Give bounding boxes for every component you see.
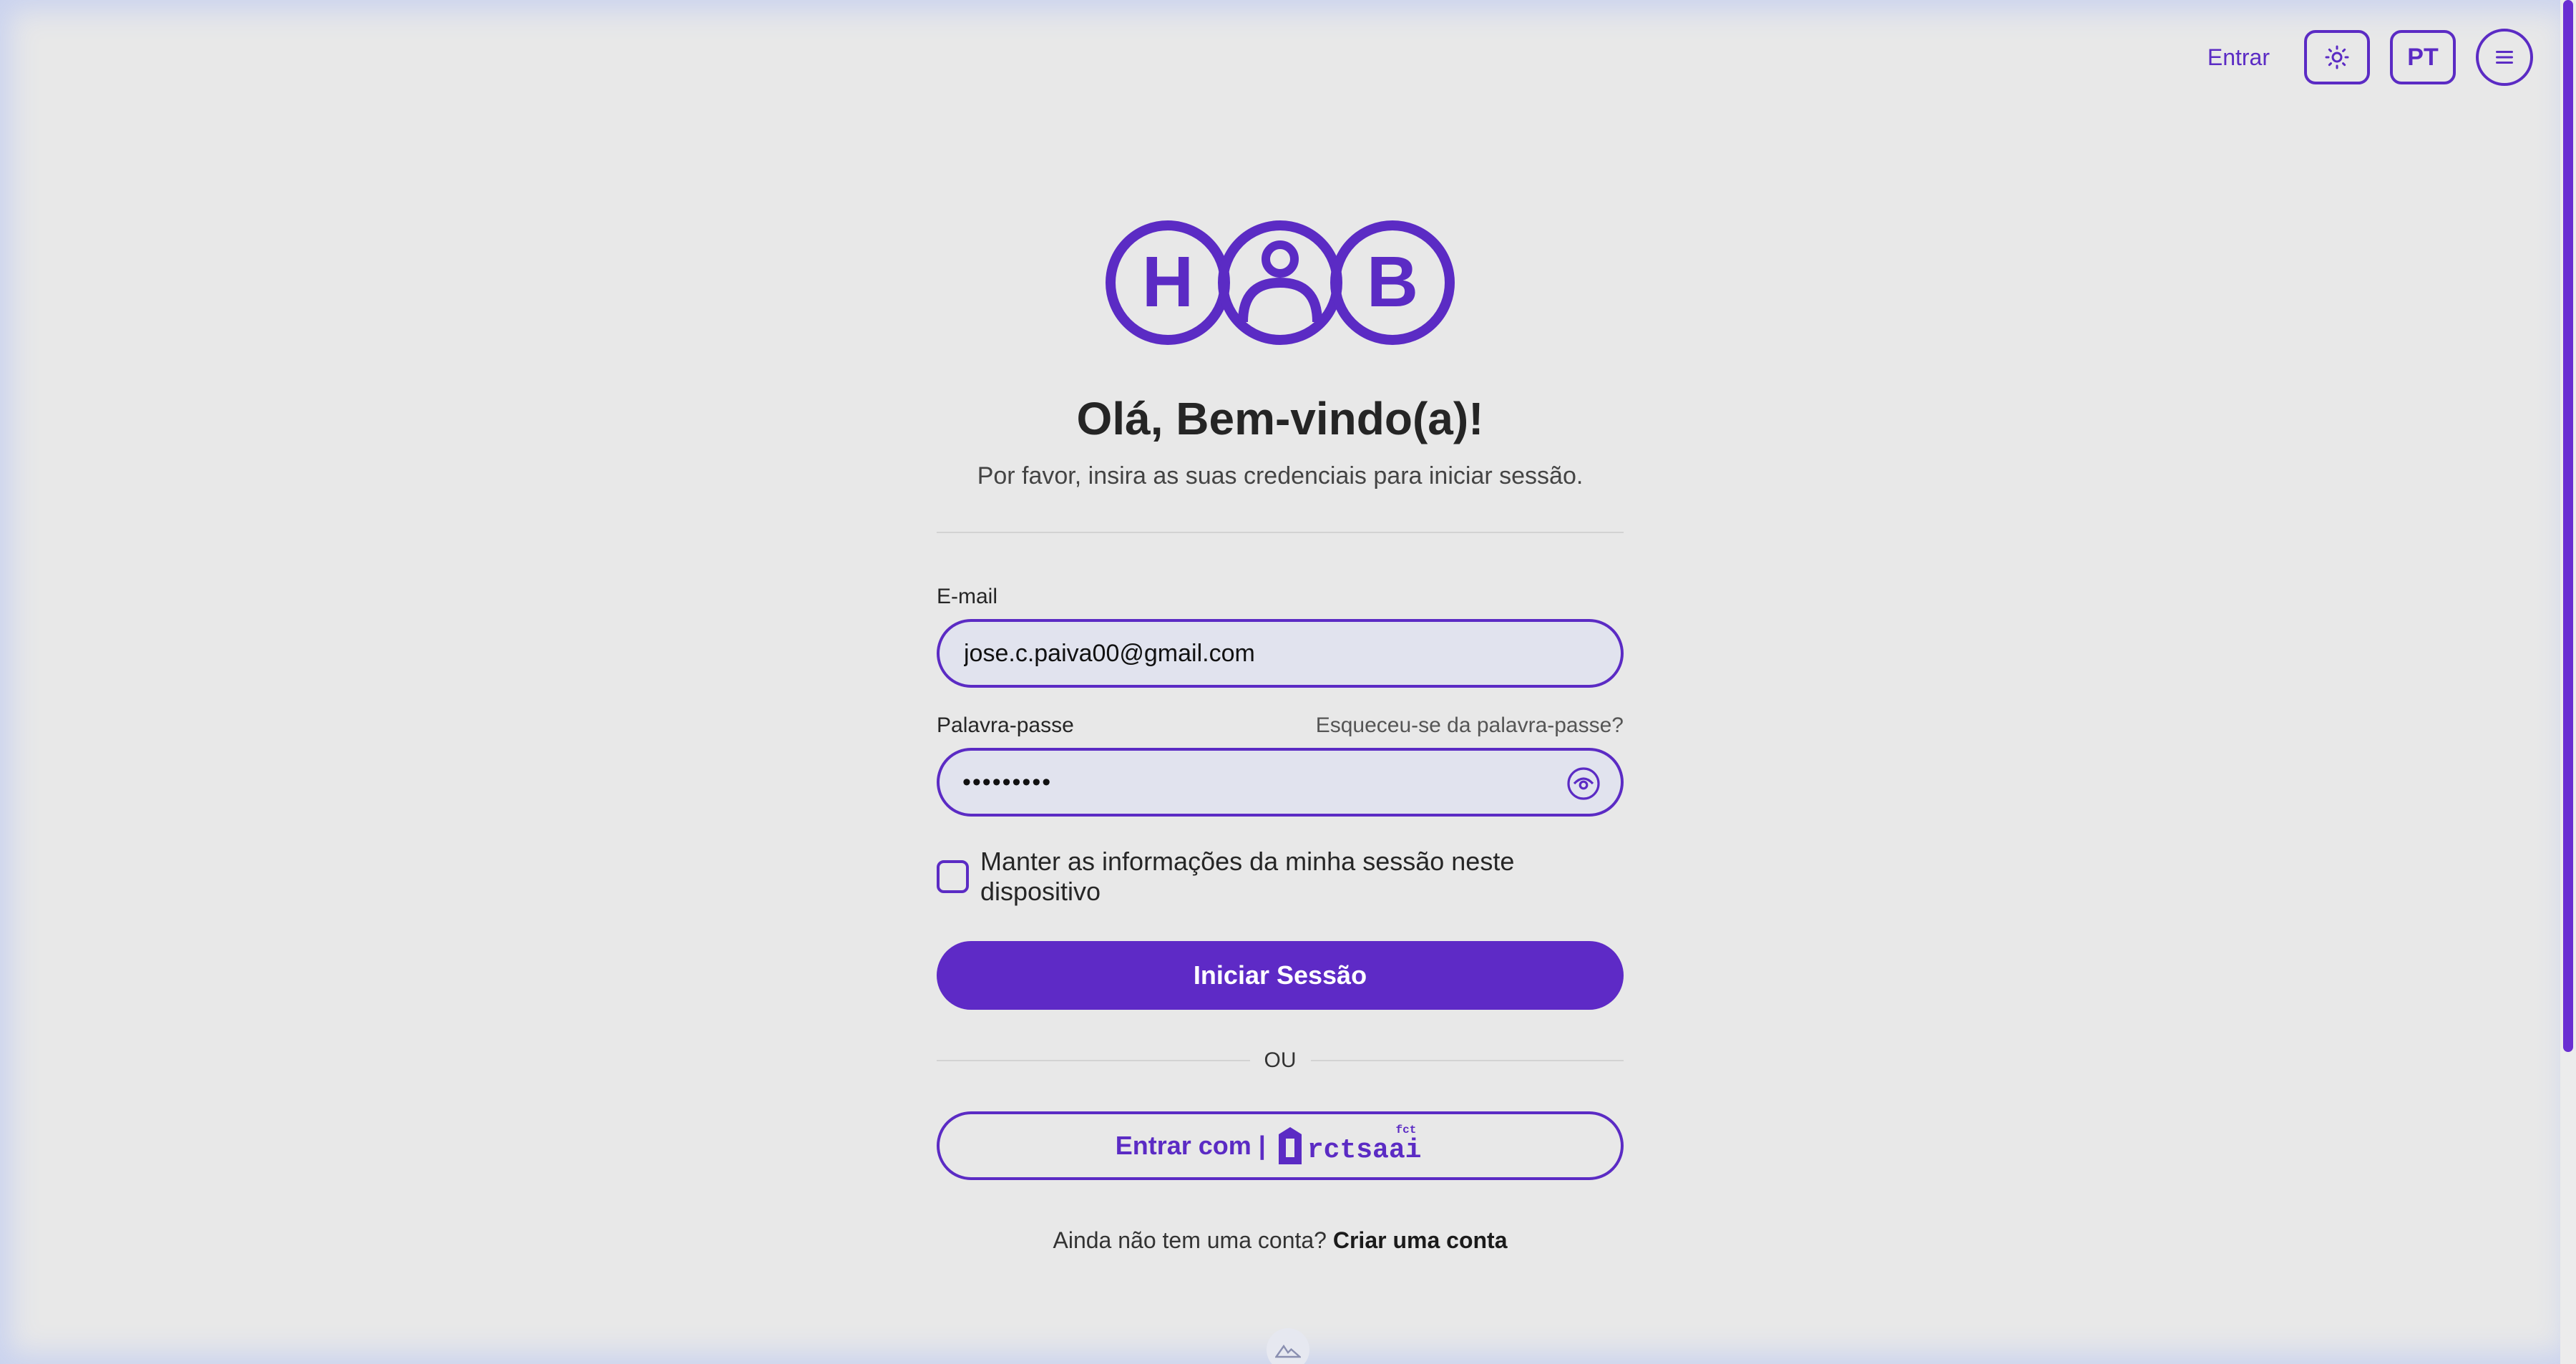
separator-line-right — [1310, 1060, 1624, 1061]
login-panel: H B Olá, Bem-vindo(a)! Por favor, insira… — [937, 215, 1624, 1254]
rctsaai-logo: rctsaai fct — [1276, 1124, 1445, 1166]
menu-button[interactable] — [2476, 29, 2533, 86]
logo-letter-b: B — [1367, 242, 1418, 322]
email-label-row: E-mail — [937, 585, 1624, 609]
login-page: Entrar PT H B Olá, Bem-vindo(a)! Por fav… — [0, 0, 2576, 1364]
separator-line-left — [937, 1060, 1250, 1061]
password-input[interactable]: ••••••••• — [962, 769, 1052, 797]
or-separator: OU — [937, 1048, 1624, 1073]
scrollbar[interactable] — [2560, 0, 2576, 1364]
sun-icon — [2325, 45, 2349, 69]
signup-prompt: Ainda não tem uma conta? — [1053, 1227, 1327, 1253]
page-subtitle: Por favor, insira as suas credenciais pa… — [977, 462, 1584, 489]
mountain-icon — [1275, 1344, 1301, 1358]
email-label: E-mail — [937, 585, 998, 608]
email-input[interactable] — [962, 638, 1598, 668]
scrollbar-thumb[interactable] — [2563, 0, 2573, 1052]
signup-row: Ainda não tem uma conta? Criar uma conta — [937, 1227, 1624, 1254]
hamburger-menu-icon — [2496, 51, 2513, 64]
remember-checkbox[interactable] — [937, 860, 969, 893]
rctsaai-wordmark: rctsaai — [1307, 1134, 1422, 1166]
remember-label[interactable]: Manter as informações da minha sessão ne… — [980, 847, 1624, 907]
password-label-row: Palavra-passe Esqueceu-se da palavra-pas… — [937, 713, 1624, 738]
eye-icon[interactable] — [1566, 766, 1601, 801]
or-text: OU — [1264, 1048, 1297, 1072]
password-field[interactable]: ••••••••• — [937, 748, 1624, 817]
password-label: Palavra-passe — [937, 713, 1074, 737]
hub-logo: H B — [1106, 220, 1455, 345]
signup-link[interactable]: Criar uma conta — [1333, 1227, 1508, 1253]
fct-mark: fct — [1395, 1124, 1417, 1136]
sso-label: Entrar com | — [1115, 1131, 1266, 1160]
forgot-password-link[interactable]: Esqueceu-se da palavra-passe? — [1316, 713, 1624, 738]
mountain-badge[interactable] — [1267, 1328, 1309, 1364]
login-button[interactable]: Iniciar Sessão — [937, 941, 1624, 1010]
divider — [937, 532, 1624, 533]
top-nav: Entrar PT — [2207, 29, 2533, 86]
nav-login-link[interactable]: Entrar — [2207, 44, 2270, 71]
language-button[interactable]: PT — [2390, 30, 2456, 84]
rcts-shield-icon — [1278, 1127, 1302, 1164]
page-title: Olá, Bem-vindo(a)! — [1076, 393, 1484, 444]
remember-row: Manter as informações da minha sessão ne… — [937, 847, 1624, 907]
sso-login-button[interactable]: Entrar com | rctsaai fct — [937, 1111, 1624, 1180]
email-field[interactable] — [937, 619, 1624, 688]
logo-letter-h: H — [1142, 242, 1194, 322]
theme-toggle-button[interactable] — [2304, 30, 2370, 84]
